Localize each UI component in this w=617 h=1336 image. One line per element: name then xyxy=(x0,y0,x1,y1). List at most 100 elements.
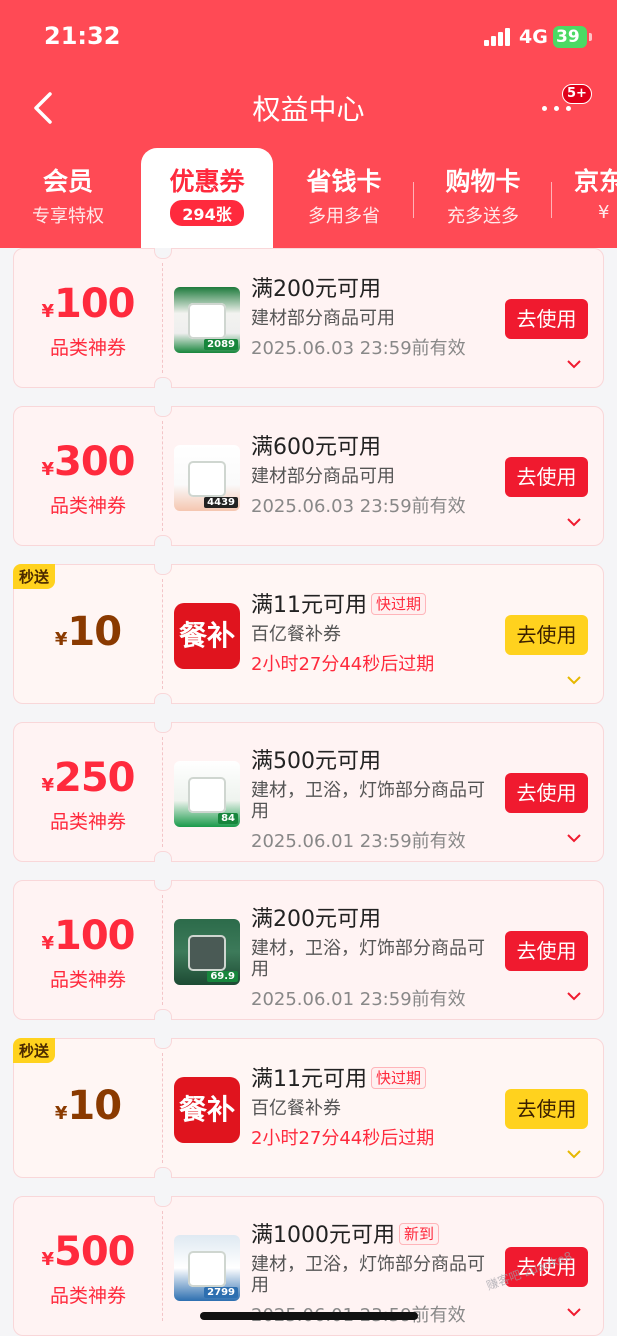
product-thumbnail: 2799 xyxy=(174,1235,240,1301)
coupon-card: ¥300 品类神券 4439 满600元可用 建材部分商品可用 2025.06.… xyxy=(13,406,604,546)
expiring-soon-flag: 快过期 xyxy=(371,1067,427,1089)
ticket-notch xyxy=(154,693,172,704)
coupon-amount: ¥300 xyxy=(14,439,162,485)
coupon-type-label: 品类神券 xyxy=(49,811,126,833)
chevron-down-icon[interactable] xyxy=(567,675,581,685)
ticket-divider xyxy=(162,895,163,1005)
coupon-description: 建材，卫浴，灯饰部分商品可用 xyxy=(251,780,485,822)
use-coupon-button[interactable]: 去使用 xyxy=(505,1089,588,1129)
battery-tip xyxy=(589,33,592,41)
coupon-amount: ¥250 xyxy=(14,755,162,801)
coupon-info: 满11元可用 快过期 百亿餐补券 2小时27分44秒后过期 xyxy=(251,1065,501,1150)
nav-bar: 权益中心 5+ xyxy=(0,76,617,140)
coupon-condition: 满1000元可用 新到 xyxy=(251,1221,501,1251)
coupon-type-label: 品类神券 xyxy=(49,337,126,359)
product-image xyxy=(188,303,226,339)
signal-icon xyxy=(484,28,512,46)
coupon-description: 建材部分商品可用 xyxy=(251,466,395,487)
notification-badge: 5+ xyxy=(562,84,592,104)
coupon-description: 建材部分商品可用 xyxy=(251,308,395,329)
product-thumbnail: 4439 xyxy=(174,445,240,511)
ticket-notch xyxy=(154,377,172,388)
tab-title: 省钱卡 xyxy=(306,167,382,196)
tab-subtitle: 专享特权 xyxy=(32,206,104,227)
coupon-condition: 满200元可用 xyxy=(251,907,381,932)
condition-text: 满11元可用 xyxy=(251,1067,367,1092)
ticket-notch xyxy=(154,1009,172,1020)
use-coupon-button[interactable]: 去使用 xyxy=(505,299,588,339)
tab-subtitle: 多用多省 xyxy=(308,206,380,227)
condition-text: 满11元可用 xyxy=(251,593,367,618)
use-coupon-button[interactable]: 去使用 xyxy=(505,457,588,497)
coupon-amount: ¥100 xyxy=(14,913,162,959)
thumb-price: 4439 xyxy=(204,497,238,508)
coupon-expiry: 2025.06.01 23:59前有效 xyxy=(251,989,466,1010)
ticket-notch xyxy=(154,880,172,891)
yen-sign: ¥ xyxy=(41,459,55,480)
tab-title: 购物卡 xyxy=(445,167,521,196)
thumb-price: 84 xyxy=(218,813,238,824)
amount-value: 500 xyxy=(54,1229,135,1275)
product-thumbnail: 69.9 xyxy=(174,919,240,985)
coupon-card: ¥100 品类神券 2089 满200元可用 建材部分商品可用 2025.06.… xyxy=(13,248,604,388)
tab-subtitle: 充多送多 xyxy=(447,206,519,227)
ticket-notch xyxy=(154,1038,172,1049)
coupon-condition: 满11元可用 快过期 xyxy=(251,1065,501,1095)
coupon-card: ¥250 品类神券 84 满500元可用 建材，卫浴，灯饰部分商品可用 2025… xyxy=(13,722,604,862)
ticket-divider xyxy=(162,1211,163,1321)
coupon-amount: ¥10 xyxy=(14,1083,162,1129)
tab-title: 会员 xyxy=(42,167,93,196)
meal-subsidy-icon: 餐补 xyxy=(174,603,240,669)
ticket-notch xyxy=(154,1196,172,1207)
ticket-notch xyxy=(154,406,172,417)
coupon-description: 建材，卫浴，灯饰部分商品可用 xyxy=(251,1254,485,1296)
status-bar: 21:32 4G 39 xyxy=(0,0,617,76)
ticket-notch xyxy=(154,851,172,862)
product-thumbnail: 2089 xyxy=(174,287,240,353)
tab-jd[interactable]: 京东 ¥ xyxy=(557,166,617,223)
header: 21:32 4G 39 权益中心 5+ 会员 专享特权 优惠券 294张 省钱卡… xyxy=(0,0,617,248)
coupon-type-label: 品类神券 xyxy=(49,1285,126,1307)
amount-value: 300 xyxy=(54,439,135,485)
battery-icon: 39 xyxy=(553,26,587,48)
amount-value: 250 xyxy=(54,755,135,801)
home-indicator xyxy=(200,1312,418,1320)
chevron-down-icon[interactable] xyxy=(567,517,581,527)
thumb-price: 69.9 xyxy=(207,971,238,982)
thumb-price: 2799 xyxy=(204,1287,238,1298)
coupon-amount: ¥100 xyxy=(14,281,162,327)
product-image xyxy=(188,935,226,971)
tab-title: 京东 xyxy=(574,167,617,196)
tab-title: 优惠券 xyxy=(169,167,245,196)
use-coupon-button[interactable]: 去使用 xyxy=(505,931,588,971)
tab-member[interactable]: 会员 专享特权 xyxy=(8,166,128,228)
coupon-card: ¥100 品类神券 69.9 满200元可用 建材，卫浴，灯饰部分商品可用 20… xyxy=(13,880,604,1020)
product-image xyxy=(188,461,226,497)
ticket-divider xyxy=(162,737,163,847)
yen-sign: ¥ xyxy=(41,301,55,322)
chevron-down-icon[interactable] xyxy=(567,1149,581,1159)
use-coupon-button[interactable]: 去使用 xyxy=(505,773,588,813)
chevron-down-icon[interactable] xyxy=(567,1307,581,1317)
tab-savings-card[interactable]: 省钱卡 多用多省 xyxy=(284,166,404,228)
coupon-expiry: 2025.06.01 23:59前有效 xyxy=(251,831,466,852)
coupon-card: 秒送 ¥10 餐补 满11元可用 快过期 百亿餐补券 2小时27分44秒后过期 去… xyxy=(13,1038,604,1178)
coupon-amount: ¥10 xyxy=(14,609,162,655)
ticket-divider xyxy=(162,1053,163,1163)
yen-sign: ¥ xyxy=(41,775,55,796)
coupon-description: 建材，卫浴，灯饰部分商品可用 xyxy=(251,938,485,980)
tab-coupons[interactable]: 优惠券 294张 xyxy=(141,148,273,248)
coupon-info: 满200元可用 建材，卫浴，灯饰部分商品可用 2025.06.01 23:59前… xyxy=(251,905,501,1011)
chevron-down-icon[interactable] xyxy=(567,359,581,369)
thumb-price: 2089 xyxy=(204,339,238,350)
coupon-description: 百亿餐补券 xyxy=(251,1098,341,1119)
status-time: 21:32 xyxy=(44,22,121,50)
product-image xyxy=(188,1251,226,1287)
meal-subsidy-icon: 餐补 xyxy=(174,1077,240,1143)
network-type: 4G xyxy=(519,26,548,48)
coupon-info: 满500元可用 建材，卫浴，灯饰部分商品可用 2025.06.01 23:59前… xyxy=(251,747,501,853)
use-coupon-button[interactable]: 去使用 xyxy=(505,615,588,655)
chevron-down-icon[interactable] xyxy=(567,833,581,843)
chevron-down-icon[interactable] xyxy=(567,991,581,1001)
tab-shopping-card[interactable]: 购物卡 充多送多 xyxy=(423,166,543,228)
